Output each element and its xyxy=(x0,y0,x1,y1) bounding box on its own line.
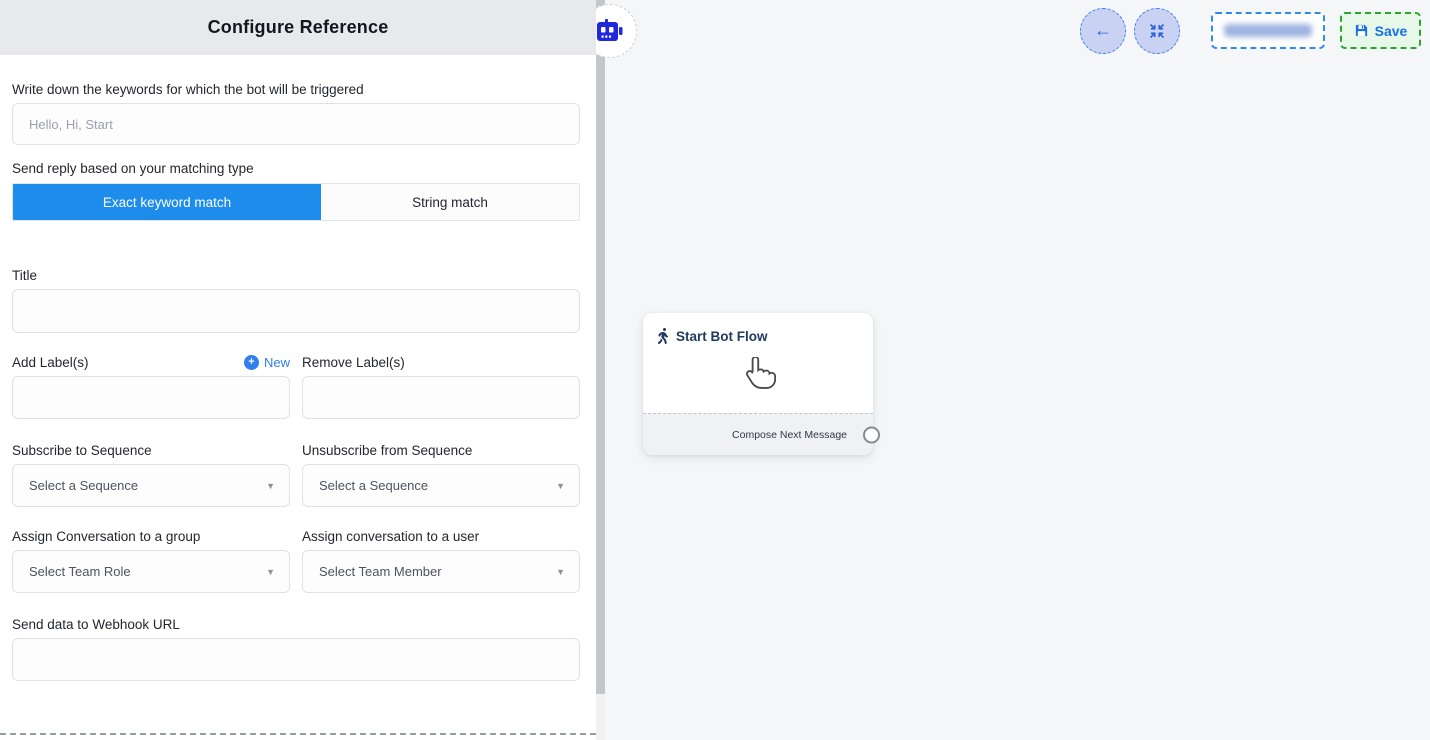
keywords-label: Write down the keywords for which the bo… xyxy=(12,82,580,97)
unsubscribe-sequence-label: Unsubscribe from Sequence xyxy=(302,443,580,458)
save-floppy-icon xyxy=(1354,23,1369,38)
robot-icon xyxy=(597,19,623,43)
plus-icon: + xyxy=(244,355,259,370)
sequence-labels-row: Subscribe to Sequence Unsubscribe from S… xyxy=(12,443,580,458)
labels-row: Add Label(s) + New Remove Label(s) xyxy=(12,355,580,370)
blurred-button[interactable] xyxy=(1211,12,1325,49)
panel-title: Configure Reference xyxy=(208,17,389,38)
compose-next-message-label: Compose Next Message xyxy=(732,429,847,441)
start-bot-flow-node[interactable]: Start Bot Flow Compose Next Message xyxy=(643,313,873,455)
caret-down-icon: ▼ xyxy=(266,567,275,577)
toggle-string-match[interactable]: String match xyxy=(321,184,579,220)
keywords-input[interactable] xyxy=(12,103,580,145)
assign-user-select[interactable]: Select Team Member ▼ xyxy=(302,550,580,593)
walking-person-icon xyxy=(657,328,669,344)
matching-type-toggle: Exact keyword match String match xyxy=(12,183,580,221)
hand-pointer-cursor-icon xyxy=(742,357,776,398)
panel-header: Configure Reference xyxy=(0,0,596,55)
subscribe-sequence-label: Subscribe to Sequence xyxy=(12,443,290,458)
fit-view-button[interactable] xyxy=(1134,8,1180,54)
connection-handle[interactable] xyxy=(863,426,880,443)
assign-group-select[interactable]: Select Team Role ▼ xyxy=(12,550,290,593)
unsubscribe-sequence-select[interactable]: Select a Sequence ▼ xyxy=(302,464,580,507)
back-button[interactable]: ← xyxy=(1080,8,1126,54)
node-footer: Compose Next Message xyxy=(643,413,873,455)
caret-down-icon: ▼ xyxy=(266,481,275,491)
compress-arrows-icon xyxy=(1148,22,1166,40)
webhook-label: Send data to Webhook URL xyxy=(12,617,580,632)
assign-user-label: Assign conversation to a user xyxy=(302,529,580,544)
new-label-text: New xyxy=(264,355,290,370)
webhook-input[interactable] xyxy=(12,638,580,681)
panel-body: Write down the keywords for which the bo… xyxy=(0,82,596,681)
node-title: Start Bot Flow xyxy=(676,329,768,344)
configure-reference-panel: Configure Reference Write down the keywo… xyxy=(0,0,596,740)
new-label-button[interactable]: + New xyxy=(244,355,290,370)
remove-labels-input[interactable] xyxy=(302,376,580,419)
add-labels-input[interactable] xyxy=(12,376,290,419)
caret-down-icon: ▼ xyxy=(556,481,565,491)
assign-labels-row: Assign Conversation to a group Assign co… xyxy=(12,529,580,544)
matching-type-label: Send reply based on your matching type xyxy=(12,161,580,176)
title-label: Title xyxy=(12,268,580,283)
panel-bottom-divider xyxy=(0,733,596,735)
subscribe-sequence-select[interactable]: Select a Sequence ▼ xyxy=(12,464,290,507)
arrow-left-icon: ← xyxy=(1094,20,1112,41)
save-button-label: Save xyxy=(1375,23,1408,39)
assign-group-label: Assign Conversation to a group xyxy=(12,529,290,544)
remove-labels-label: Remove Label(s) xyxy=(302,355,580,370)
caret-down-icon: ▼ xyxy=(556,567,565,577)
scrollbar-thumb[interactable] xyxy=(596,0,605,694)
save-button[interactable]: Save xyxy=(1340,12,1421,49)
panel-scrollbar xyxy=(596,0,605,740)
blurred-label xyxy=(1224,24,1312,37)
add-labels-label: Add Label(s) xyxy=(12,355,89,370)
toggle-exact-keyword-match[interactable]: Exact keyword match xyxy=(13,184,321,220)
node-header: Start Bot Flow xyxy=(643,313,873,344)
title-input[interactable] xyxy=(12,289,580,333)
